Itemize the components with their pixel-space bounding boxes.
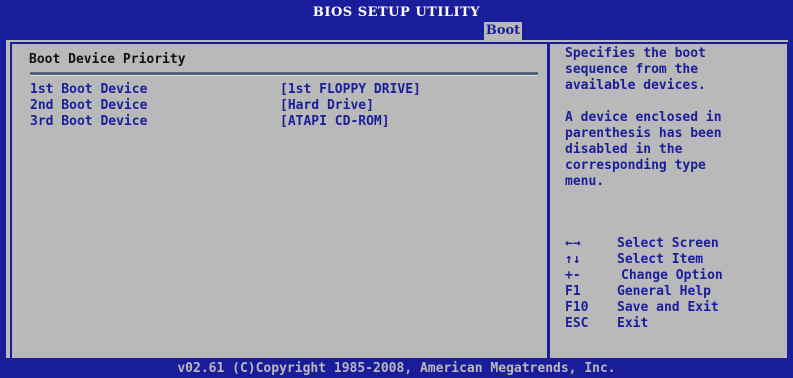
left-right-arrows-icon: ←→ — [565, 236, 581, 251]
boot-device-value[interactable]: [Hard Drive] — [280, 98, 374, 114]
section-divider — [30, 72, 538, 76]
key-action: Select Item — [617, 252, 704, 267]
tab-boot[interactable]: Boot — [484, 22, 522, 40]
boot-device-label: 3rd Boot Device — [30, 114, 148, 129]
section-title: Boot Device Priority — [29, 52, 186, 67]
key-row-change-option: +- Change Option — [565, 268, 775, 284]
key-label: ESC — [565, 316, 589, 331]
boot-device-value[interactable]: [ATAPI CD-ROM] — [280, 114, 390, 130]
key-action: Exit — [617, 316, 649, 331]
plus-minus-icon: +- — [565, 268, 581, 283]
copyright-footer: v02.61 (C)Copyright 1985-2008, American … — [0, 360, 793, 378]
app-title: BIOS SETUP UTILITY — [312, 5, 481, 20]
boot-device-row-2[interactable]: 2nd Boot Device [Hard Drive] — [30, 98, 530, 114]
key-legend: ←→ Select Screen ↑↓ Select Item +- Chang… — [565, 236, 775, 332]
key-row-select-item: ↑↓ Select Item — [565, 252, 775, 268]
bios-screen: BIOS SETUP UTILITY Boot Boot Device Prio… — [0, 0, 793, 378]
boot-device-label: 2nd Boot Device — [30, 98, 148, 113]
help-text: Specifies the boot sequence from the ava… — [565, 46, 722, 189]
key-row-general-help: F1 General Help — [565, 284, 775, 300]
key-row-exit: ESC Exit — [565, 316, 775, 332]
key-label: F10 — [565, 300, 589, 315]
key-action: Save and Exit — [617, 300, 719, 315]
boot-device-row-1[interactable]: 1st Boot Device [1st FLOPPY DRIVE] — [30, 82, 530, 98]
boot-device-value[interactable]: [1st FLOPPY DRIVE] — [280, 82, 421, 98]
key-action: Change Option — [621, 268, 723, 283]
title-bar: BIOS SETUP UTILITY Boot — [0, 0, 793, 40]
key-action: General Help — [617, 284, 711, 299]
boot-device-label: 1st Boot Device — [30, 82, 148, 97]
key-row-save-exit: F10 Save and Exit — [565, 300, 775, 316]
up-down-arrows-icon: ↑↓ — [565, 252, 581, 267]
key-label: F1 — [565, 284, 581, 299]
key-row-select-screen: ←→ Select Screen — [565, 236, 775, 252]
boot-device-row-3[interactable]: 3rd Boot Device [ATAPI CD-ROM] — [30, 114, 530, 130]
key-action: Select Screen — [617, 236, 719, 251]
